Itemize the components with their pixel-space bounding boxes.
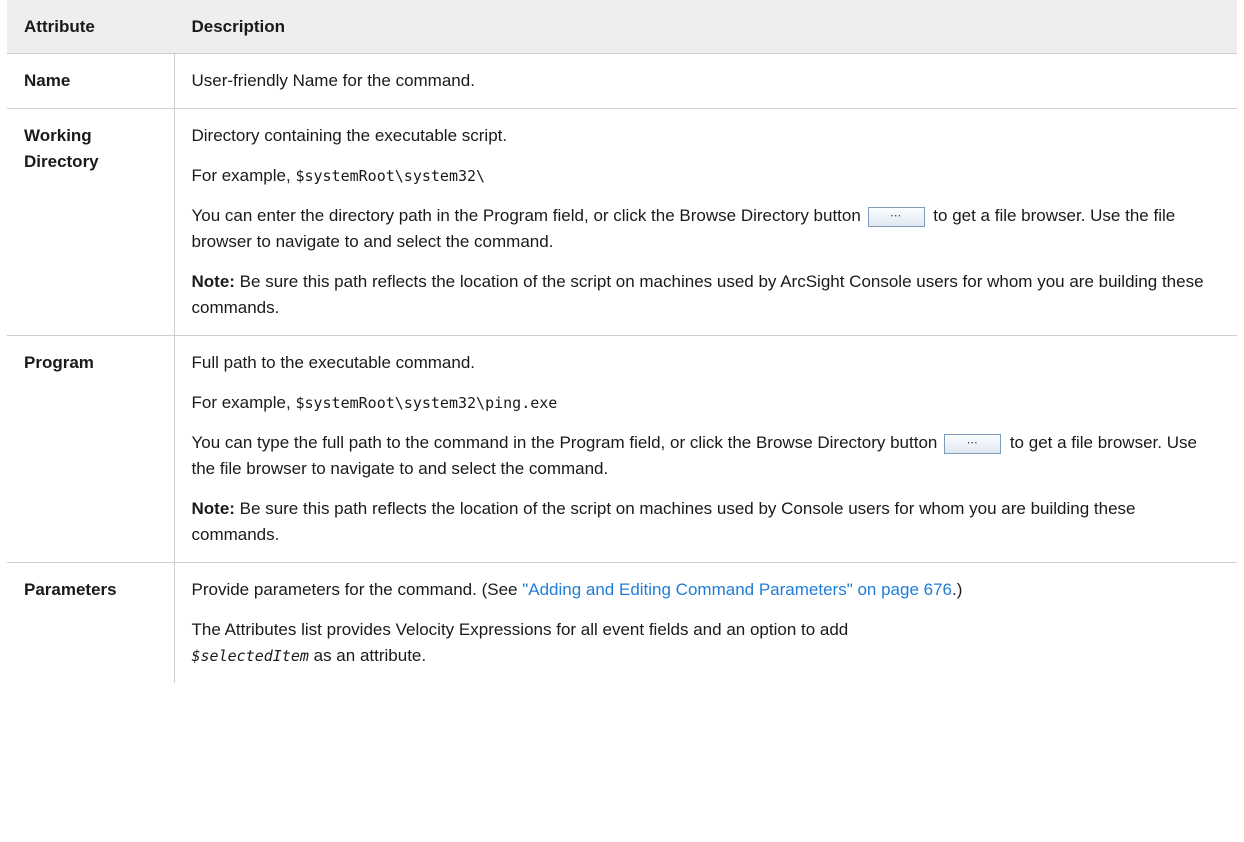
prog-note: Note: Be sure this path reflects the loc… (192, 496, 1226, 548)
wd-p2-prefix: For example, (191, 166, 296, 185)
wd-note: Note: Be sure this path reflects the loc… (192, 269, 1226, 321)
param-p1-before: Provide parameters for the command. (See (191, 580, 523, 599)
table-row-name: Name User-friendly Name for the command. (7, 53, 1237, 109)
attribute-parameters: Parameters (7, 562, 175, 683)
description-name: User-friendly Name for the command. (174, 53, 1237, 109)
attribute-working-directory-line2: Directory (24, 152, 99, 171)
wd-p3: You can enter the directory path in the … (192, 203, 1226, 255)
param-p1-after: .) (951, 580, 963, 599)
prog-p1: Full path to the executable command. (191, 353, 476, 372)
name-desc: User-friendly Name for the command. (191, 71, 475, 90)
description-parameters: Provide parameters for the command. (See… (174, 563, 1237, 684)
selected-item-code: $selectedItem (191, 647, 309, 665)
param-p2-after: as an attribute. (308, 646, 427, 665)
prog-note-label: Note: (191, 499, 235, 518)
wd-p3-before: You can enter the directory path in the … (191, 206, 861, 225)
prog-example-path: $systemRoot\system32\ping.exe (295, 394, 558, 412)
table-row-working-directory: Working Directory Directory containing t… (7, 108, 1237, 336)
wd-note-text: Be sure this path reflects the location … (191, 272, 1204, 317)
prog-p3-before: You can type the full path to the comman… (191, 433, 938, 452)
attribute-name: Name (7, 53, 175, 109)
header-description: Description (174, 0, 1237, 54)
wd-example-path: $systemRoot\system32\ (295, 167, 486, 185)
prog-p2: For example, $systemRoot\system32\ping.e… (192, 390, 1226, 416)
wd-note-label: Note: (191, 272, 235, 291)
param-p2: The Attributes list provides Velocity Ex… (192, 617, 1226, 669)
prog-p3: You can type the full path to the comman… (192, 430, 1226, 482)
browse-directory-button-image: ⋯ (944, 433, 1002, 454)
header-attribute: Attribute (7, 0, 175, 54)
prog-p2-prefix: For example, (191, 393, 296, 412)
attribute-working-directory-line1: Working (24, 126, 92, 145)
description-working-directory: Directory containing the executable scri… (174, 108, 1237, 336)
param-p2-before: The Attributes list provides Velocity Ex… (191, 620, 849, 639)
wd-p2: For example, $systemRoot\system32\ (192, 163, 1226, 189)
attribute-working-directory: Working Directory (7, 108, 175, 336)
attributes-table: Attribute Description Name User-friendly… (7, 0, 1237, 683)
browse-directory-button-image: ⋯ (867, 206, 925, 227)
prog-note-text: Be sure this path reflects the location … (191, 499, 1136, 544)
cross-reference-link[interactable]: "Adding and Editing Command Parameters" … (522, 580, 952, 599)
attribute-program: Program (7, 335, 175, 563)
wd-p1: Directory containing the executable scri… (191, 126, 508, 145)
table-row-program: Program Full path to the executable comm… (7, 335, 1237, 563)
param-p1: Provide parameters for the command. (See… (192, 577, 1226, 603)
description-program: Full path to the executable command. For… (174, 335, 1237, 563)
table-row-parameters: Parameters Provide parameters for the co… (7, 562, 1237, 684)
table-header-row: Attribute Description (7, 0, 1237, 54)
